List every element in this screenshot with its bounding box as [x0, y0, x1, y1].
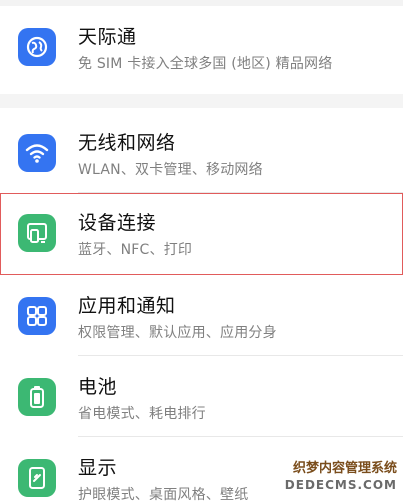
settings-item-subtitle: WLAN、双卡管理、移动网络 — [78, 162, 263, 178]
watermark-line1: 织梦内容管理系统 — [292, 461, 397, 476]
settings-item-title: 无线和网络 — [78, 132, 176, 154]
wifi-icon — [18, 134, 56, 172]
settings-item-subtitle: 护眼模式、桌面风格、壁纸 — [78, 487, 249, 503]
settings-item-skytone[interactable]: 天际通 免 SIM 卡接入全球多国 (地区) 精品网络 — [0, 6, 403, 86]
settings-item-title: 应用和通知 — [78, 295, 176, 317]
settings-item-device-connection[interactable]: 设备连接 蓝牙、NFC、打印 — [0, 193, 403, 275]
settings-item-apps-notifications[interactable]: 应用和通知 权限管理、默认应用、应用分身 — [0, 275, 403, 355]
apps-icon — [18, 297, 56, 335]
settings-item-title: 天际通 — [78, 26, 137, 48]
settings-item-subtitle: 免 SIM 卡接入全球多国 (地区) 精品网络 — [78, 56, 333, 72]
settings-item-subtitle: 权限管理、默认应用、应用分身 — [78, 325, 277, 341]
settings-item-title: 电池 — [78, 376, 118, 398]
display-icon — [18, 459, 56, 497]
settings-item-subtitle: 蓝牙、NFC、打印 — [78, 242, 193, 258]
battery-icon — [18, 378, 56, 416]
settings-item-subtitle: 省电模式、耗电排行 — [78, 406, 206, 422]
globe-icon — [18, 28, 56, 66]
section-gap — [0, 94, 403, 108]
settings-screen: 天际通 免 SIM 卡接入全球多国 (地区) 精品网络 无线和网络 WLAN、双… — [0, 0, 403, 503]
settings-item-title: 显示 — [78, 457, 118, 479]
device-connection-icon — [18, 214, 56, 252]
watermark-line2: DEDECMS.COM — [284, 478, 397, 492]
watermark: 织梦内容管理系统 DEDECMS.COM — [279, 460, 397, 494]
settings-item-wireless-networks[interactable]: 无线和网络 WLAN、双卡管理、移动网络 — [0, 112, 403, 192]
settings-item-title: 设备连接 — [78, 212, 157, 234]
settings-item-battery[interactable]: 电池 省电模式、耗电排行 — [0, 356, 403, 436]
